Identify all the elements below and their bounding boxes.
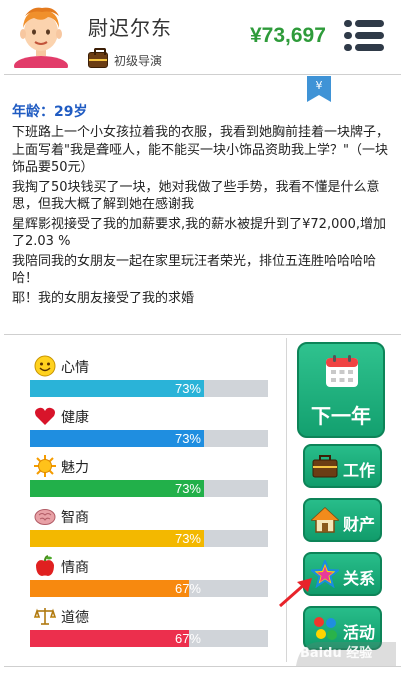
calendar-icon bbox=[326, 355, 358, 387]
stat-label: 健康 bbox=[61, 410, 89, 426]
menu-icon[interactable] bbox=[344, 20, 384, 52]
avatar-icon[interactable] bbox=[12, 4, 70, 68]
stat-label: 情商 bbox=[61, 560, 89, 576]
stat-bar: 67% bbox=[30, 630, 268, 647]
heart-icon bbox=[35, 407, 55, 425]
stat-label: 智商 bbox=[61, 510, 89, 526]
job-title: 初级导演 bbox=[114, 53, 163, 68]
stat-label: 魅力 bbox=[61, 460, 89, 476]
stat-iq: 智商 73% bbox=[30, 502, 272, 548]
next-year-button[interactable]: 下一年 bbox=[297, 342, 385, 438]
app-screen: 尉迟尔东 初级导演 ¥73,697 ¥ 年龄：29岁 下班路上一个小女孩拉着我的… bbox=[0, 0, 405, 679]
menu-dot bbox=[344, 44, 352, 51]
briefcase-icon bbox=[88, 48, 108, 68]
smiley-face-icon bbox=[34, 355, 56, 377]
scales-icon bbox=[34, 608, 56, 625]
watermark-text: Baidu 经验 bbox=[300, 646, 373, 661]
property-label: 财产 bbox=[343, 515, 376, 534]
stat-label: 道德 bbox=[61, 610, 89, 626]
log-divider bbox=[4, 334, 401, 335]
stat-bar: 73% bbox=[30, 380, 268, 397]
header: 尉迟尔东 初级导演 ¥73,697 bbox=[0, 0, 405, 75]
sun-icon bbox=[34, 455, 56, 477]
stat-percent: 73% bbox=[174, 481, 201, 496]
stat-bar-fill bbox=[30, 580, 190, 597]
relations-label: 关系 bbox=[343, 569, 376, 588]
stat-bar: 73% bbox=[30, 430, 268, 447]
work-label: 工作 bbox=[343, 461, 376, 480]
age-label: 年龄：29岁 bbox=[12, 104, 88, 120]
stat-percent: 73% bbox=[174, 531, 201, 546]
briefcase-icon bbox=[312, 455, 338, 478]
log-entry: 星辉影视接受了我的加薪要求,我的薪水被提升到了¥72,000,增加了2.03 % bbox=[12, 216, 387, 250]
property-button[interactable]: 财产 bbox=[303, 498, 382, 542]
log-entry: 下班路上一个小女孩拉着我的衣服，我看到她胸前挂着一块牌子，上面写着"我是聋哑人，… bbox=[12, 125, 390, 175]
brain-icon bbox=[34, 509, 56, 525]
stat-bar: 67% bbox=[30, 580, 268, 597]
stat-percent: 67% bbox=[174, 581, 201, 596]
stat-health: 健康 73% bbox=[30, 402, 272, 448]
event-log: 年龄：29岁 下班路上一个小女孩拉着我的衣服，我看到她胸前挂着一块牌子，上面写着… bbox=[12, 103, 397, 309]
stat-percent: 73% bbox=[174, 431, 201, 446]
star-icon bbox=[311, 560, 339, 588]
house-icon bbox=[311, 506, 339, 533]
money-balance: ¥73,697 bbox=[250, 24, 326, 47]
log-entry: 我掏了50块钱买了一块，她对我做了些手势，我看不懂是什么意思，但我大概了解到她在… bbox=[12, 179, 380, 213]
menu-line bbox=[355, 32, 384, 39]
job-badge: 初级导演 bbox=[88, 48, 163, 70]
stat-bar: 73% bbox=[30, 530, 268, 547]
stat-bar-fill bbox=[30, 630, 190, 647]
footer-divider bbox=[4, 666, 401, 667]
menu-line bbox=[355, 44, 384, 51]
header-divider bbox=[4, 74, 401, 75]
stat-charm: 魅力 73% bbox=[30, 452, 272, 498]
log-entry: 我陪同我的女朋友一起在家里玩汪者荣光，排位五连胜哈哈哈哈哈！ bbox=[12, 253, 377, 287]
svg-text:¥: ¥ bbox=[316, 79, 323, 92]
column-divider bbox=[286, 338, 287, 662]
menu-line bbox=[355, 20, 384, 27]
work-button[interactable]: 工作 bbox=[303, 444, 382, 488]
next-year-label: 下一年 bbox=[311, 404, 371, 428]
stat-eq: 情商 67% bbox=[30, 552, 272, 598]
pointer-arrow-icon bbox=[279, 578, 312, 608]
log-entry: 耶！我的女朋友接受了我的求婚 bbox=[12, 290, 195, 306]
stat-bar: 73% bbox=[30, 480, 268, 497]
relations-button[interactable]: 关系 bbox=[303, 552, 382, 596]
menu-dot bbox=[344, 32, 352, 39]
player-name: 尉迟尔东 bbox=[88, 16, 172, 40]
stat-mood: 心情 73% bbox=[30, 352, 272, 398]
stat-percent: 67% bbox=[174, 631, 201, 646]
menu-dot bbox=[344, 20, 352, 27]
stat-label: 心情 bbox=[61, 360, 89, 376]
yen-bookmark-icon[interactable]: ¥ bbox=[307, 76, 331, 102]
stat-percent: 73% bbox=[174, 381, 201, 396]
apple-icon bbox=[36, 555, 54, 576]
stat-morality: 道德 67% bbox=[30, 602, 272, 648]
